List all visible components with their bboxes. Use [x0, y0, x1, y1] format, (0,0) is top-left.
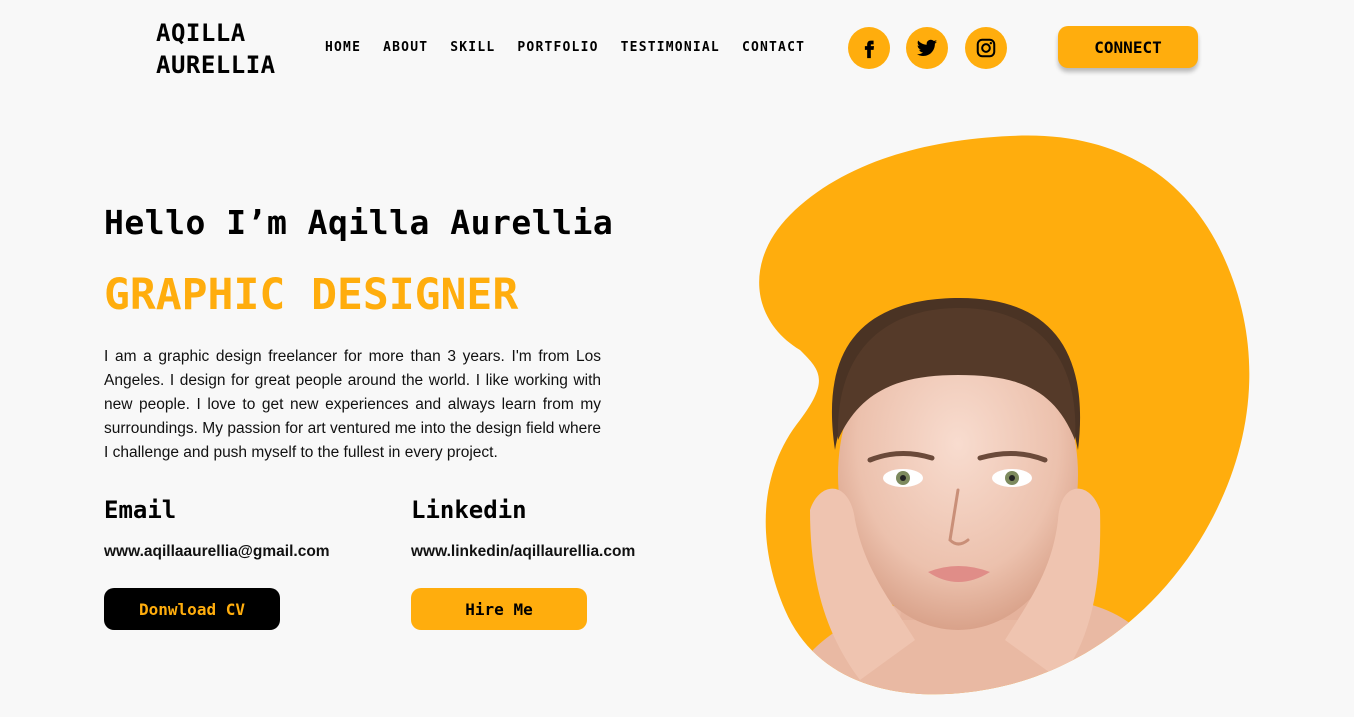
- brand-line-1: AQILLA: [156, 19, 246, 47]
- email-label: Email: [104, 496, 177, 524]
- linkedin-value[interactable]: www.linkedin/aqillaurellia.com: [411, 543, 635, 561]
- download-cv-button[interactable]: Donwload CV: [104, 588, 280, 630]
- hire-me-button[interactable]: Hire Me: [411, 588, 587, 630]
- hero-portrait: [759, 135, 1250, 695]
- facebook-icon[interactable]: [848, 27, 890, 69]
- main-nav: HOME ABOUT SKILL PORTFOLIO TESTIMONIAL C…: [325, 40, 827, 55]
- hero-bio: I am a graphic design freelancer for mor…: [104, 348, 601, 461]
- brand-line-2: AURELLIA: [156, 51, 276, 79]
- hero-greeting: Hello I’m Aqilla Aurellia: [104, 203, 614, 242]
- nav-portfolio[interactable]: PORTFOLIO: [517, 40, 598, 55]
- email-value[interactable]: www.aqillaaurellia@gmail.com: [104, 543, 330, 561]
- connect-button[interactable]: CONNECT: [1058, 26, 1198, 68]
- twitter-icon[interactable]: [906, 27, 948, 69]
- linkedin-label: Linkedin: [411, 496, 527, 524]
- nav-contact[interactable]: CONTACT: [742, 40, 805, 55]
- nav-skill[interactable]: SKILL: [450, 40, 495, 55]
- nav-about[interactable]: ABOUT: [383, 40, 428, 55]
- instagram-icon[interactable]: [965, 27, 1007, 69]
- hero-role: GRAPHIC DESIGNER: [104, 270, 519, 320]
- nav-home[interactable]: HOME: [325, 40, 361, 55]
- nav-testimonial[interactable]: TESTIMONIAL: [621, 40, 720, 55]
- brand-logo[interactable]: AQILLA AURELLIA: [156, 17, 276, 81]
